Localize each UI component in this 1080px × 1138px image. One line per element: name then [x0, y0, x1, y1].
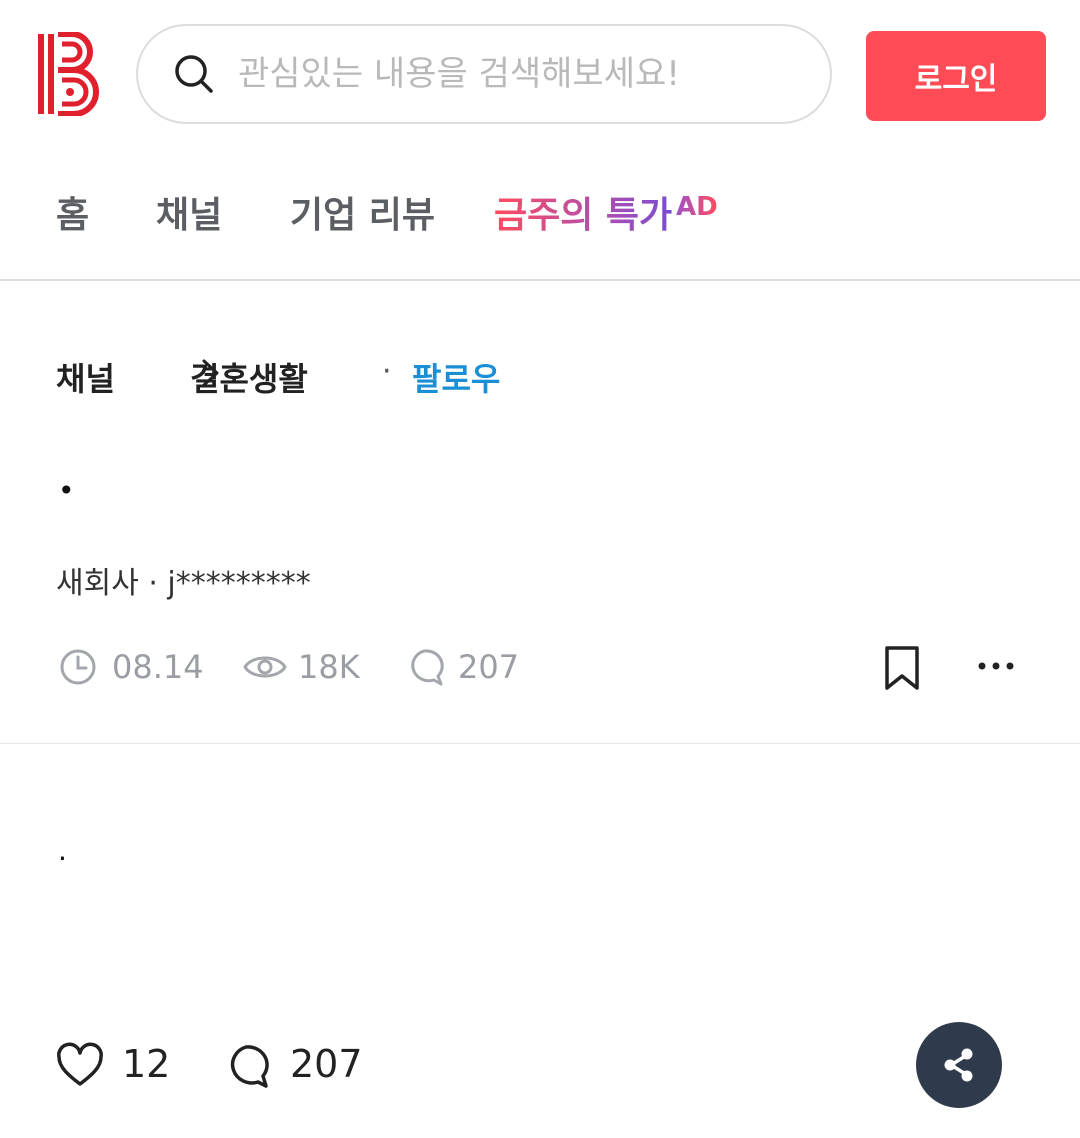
login-button[interactable]: 로그인 — [866, 31, 1046, 121]
like-count: 12 — [122, 1042, 171, 1086]
nav-item-company-review[interactable]: 기업 리뷰 — [290, 186, 435, 238]
nav-item-weekly-deal[interactable]: 금주의 특가 — [494, 186, 672, 238]
more-icon[interactable] — [974, 654, 1018, 678]
nav-item-channel[interactable]: 채널 — [156, 186, 222, 238]
breadcrumb-channel[interactable]: 결혼생활 — [190, 354, 308, 400]
bookmark-icon[interactable] — [880, 644, 924, 692]
post-views: 18K — [298, 648, 360, 686]
eye-icon — [243, 656, 287, 678]
follow-button[interactable]: 팔로우 — [412, 354, 500, 400]
comment-icon[interactable] — [222, 1042, 270, 1090]
search-bar[interactable] — [136, 24, 832, 124]
breadcrumb: 채널 결혼생활 · 팔로우 — [56, 350, 556, 398]
search-icon — [175, 55, 213, 93]
post-title: • — [58, 474, 75, 507]
heart-icon[interactable] — [56, 1042, 104, 1090]
post-meta: 08.14 18K 207 — [0, 640, 1080, 700]
nav-divider — [0, 279, 1080, 281]
post-author[interactable]: 새회사 · j********* — [56, 558, 311, 602]
page: 로그인 홈 채널 기업 리뷰 금주의 특가 AD 채널 결혼생활 · 팔로우 •… — [0, 0, 1080, 1138]
post-date: 08.14 — [112, 648, 204, 686]
nav-item-home[interactable]: 홈 — [56, 186, 89, 238]
post-body: . — [58, 834, 67, 867]
content-divider — [0, 743, 1080, 744]
main-nav: 홈 채널 기업 리뷰 금주의 특가 AD — [0, 150, 1080, 280]
ad-badge: AD — [676, 192, 718, 222]
logo[interactable] — [36, 32, 100, 116]
clock-icon — [60, 649, 96, 685]
comment-count: 207 — [290, 1042, 363, 1086]
share-icon — [944, 1048, 973, 1082]
breadcrumb-root[interactable]: 채널 — [56, 354, 115, 400]
search-input[interactable] — [238, 54, 798, 94]
comment-icon — [411, 649, 444, 686]
breadcrumb-separator: · — [382, 354, 392, 389]
post-comment-count: 207 — [458, 648, 520, 686]
share-button[interactable] — [916, 1022, 1002, 1108]
